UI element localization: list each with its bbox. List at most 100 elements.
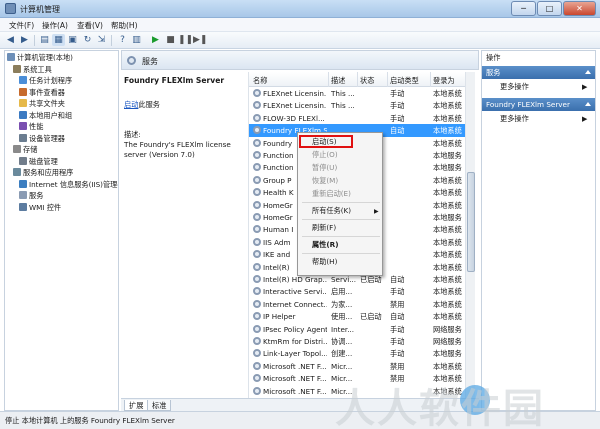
tree-item[interactable]: 服务 [19, 191, 43, 202]
menu-view[interactable]: 查看(V) [77, 20, 103, 31]
tree-item[interactable]: WMI 控件 [19, 202, 61, 214]
cell-startup: 手动 [390, 324, 405, 334]
start-service-link[interactable]: 启动 [124, 100, 138, 109]
cell-startup: 手动 [390, 287, 405, 297]
cell-name: Intel(R) HD Grap... [263, 275, 327, 284]
gear-icon [253, 188, 261, 197]
tree-item[interactable]: 共享文件夹 [19, 99, 65, 110]
context-menu-item[interactable]: 属性(R) [312, 239, 338, 251]
actions-group-service-label: Foundry FLEXlm Server [486, 100, 570, 109]
scrollbar-thumb[interactable] [467, 172, 475, 272]
tree-item[interactable]: 事件查看器 [19, 87, 65, 99]
actions-pane: 操作 服务 更多操作 ▶ Foundry FLEXlm Server 更多操作 … [481, 50, 596, 411]
tree-item[interactable]: 计算机管理(本地) [7, 53, 73, 64]
table-row[interactable]: Microsoft .NET F... Micr... 禁用 本地系统 [249, 360, 474, 372]
play-icon[interactable]: ▶ [149, 34, 162, 46]
more-actions-link[interactable]: 更多操作 [500, 114, 529, 124]
collapse-icon[interactable] [585, 70, 591, 74]
pause-icon[interactable]: ❚❚ [178, 34, 193, 46]
export-icon[interactable]: ⇲ [95, 34, 108, 46]
maximize-button[interactable]: □ [537, 1, 562, 16]
column-divider[interactable] [387, 72, 388, 87]
column-divider[interactable] [357, 72, 358, 87]
column-logon-as[interactable]: 登录为 [433, 76, 455, 86]
table-row[interactable]: IPsec Policy Agent Inter... 手动 网络服务 [249, 323, 474, 335]
forward-icon[interactable]: ▶ [18, 34, 31, 46]
tree-item-label: 任务计划程序 [29, 76, 73, 85]
menu-separator [302, 202, 380, 203]
cell-desc: 创建... [331, 349, 353, 359]
minimize-button[interactable]: ─ [511, 1, 536, 16]
iis-icon [19, 179, 27, 188]
menu-file[interactable]: 文件(F) [9, 20, 34, 31]
table-row[interactable]: IP Helper 使用... 已启动 自动 本地系统 [249, 310, 474, 322]
table-row[interactable]: FLEXnet Licensin... This ... 手动 本地系统 [249, 87, 474, 99]
tree-item-label: 设备管理器 [29, 133, 65, 143]
actions-group-services[interactable]: 服务 [482, 66, 595, 79]
cell-desc: 为家... [331, 299, 353, 309]
tab-standard[interactable]: 标准 [147, 400, 172, 411]
menu-separator [302, 253, 380, 254]
up-folder-icon[interactable]: ▤ [38, 34, 51, 46]
cell-name: Internet Connect... [263, 299, 327, 309]
selected-service-name: Foundry FLEXlm Server [124, 76, 225, 85]
tree-item[interactable]: 服务和应用程序 [13, 168, 73, 179]
column-divider[interactable] [328, 72, 329, 87]
cell-startup: 自动 [390, 312, 405, 322]
context-menu-item[interactable]: 所有任务(K) [312, 205, 351, 217]
refresh-icon[interactable]: ↻ [81, 34, 94, 46]
menu-help[interactable]: 帮助(H) [111, 20, 138, 31]
show-tree-icon[interactable]: ▦ [52, 34, 65, 46]
restart-icon[interactable]: ▶❚ [193, 34, 207, 46]
column-description[interactable]: 描述 [331, 76, 345, 86]
help-icon[interactable]: ? [116, 34, 129, 46]
column-startup-type[interactable]: 启动类型 [390, 76, 419, 86]
stop-icon[interactable]: ■ [164, 34, 177, 46]
collapse-icon[interactable] [585, 102, 591, 106]
table-row[interactable]: FLEXnet Licensin... This ... 手动 本地系统 [249, 99, 474, 111]
tree-item[interactable]: 系统工具 [13, 64, 52, 76]
table-row[interactable]: KtmRm for Distri... 协调... 手动 网络服务 [249, 335, 474, 347]
more-actions-link[interactable]: 更多操作 [500, 82, 529, 92]
table-row[interactable]: Interactive Servi... 启用... 手动 本地系统 [249, 285, 474, 297]
tree-item[interactable]: 任务计划程序 [19, 76, 72, 87]
back-icon[interactable]: ◀ [4, 34, 17, 46]
tree-item-label: 性能 [29, 122, 44, 131]
tab-extended[interactable]: 扩展 [124, 400, 149, 411]
cell-name: Microsoft .NET F... [263, 361, 327, 371]
console-icon[interactable]: ▥ [130, 34, 143, 46]
cell-desc: This ... [331, 89, 355, 98]
tree-item[interactable]: 性能 [19, 122, 43, 133]
cell-desc: Inter... [331, 324, 355, 334]
cell-startup: 禁用 [390, 361, 405, 371]
actions-group-selected-service[interactable]: Foundry FLEXlm Server [482, 98, 595, 111]
tree-item[interactable]: Internet 信息服务(IIS)管理器 [19, 179, 118, 191]
table-row[interactable]: Link-Layer Topol... 创建... 手动 本地服务 [249, 347, 474, 359]
tree-item-label: 服务和应用程序 [23, 168, 74, 177]
chevron-right-icon: ▶ [582, 115, 588, 123]
tree-item[interactable]: 本地用户和组 [19, 110, 72, 122]
gear-icon [253, 151, 261, 159]
cell-startup: 自动 [390, 126, 405, 136]
cell-startup: 手动 [390, 113, 405, 123]
column-name[interactable]: 名称 [253, 76, 267, 86]
tree-item[interactable]: 存储 [13, 145, 37, 156]
context-menu-item[interactable]: 帮助(H) [312, 256, 337, 268]
context-menu-item[interactable]: 刷新(F) [312, 222, 336, 234]
vertical-scrollbar[interactable] [465, 72, 475, 398]
properties-icon[interactable]: ▣ [66, 34, 79, 46]
tree-item[interactable]: 磁盘管理 [19, 156, 58, 168]
clock-icon [19, 76, 27, 84]
tree-item[interactable]: 设备管理器 [19, 133, 65, 145]
table-row[interactable]: Internet Connect... 为家... 禁用 本地系统 [249, 298, 474, 310]
gear-icon [19, 191, 27, 199]
gear-icon [253, 89, 261, 97]
column-divider[interactable] [430, 72, 431, 87]
cell-name: Link-Layer Topol... [263, 349, 327, 359]
table-row[interactable]: FLOW-3D FLEXl... 手动 本地系统 [249, 112, 474, 124]
column-status[interactable]: 状态 [360, 76, 374, 86]
close-button[interactable]: ✕ [563, 1, 596, 16]
cell-name: FLOW-3D FLEXl... [263, 113, 325, 123]
menu-action[interactable]: 操作(A) [42, 20, 68, 31]
start-service-suffix: 此服务 [138, 100, 160, 109]
